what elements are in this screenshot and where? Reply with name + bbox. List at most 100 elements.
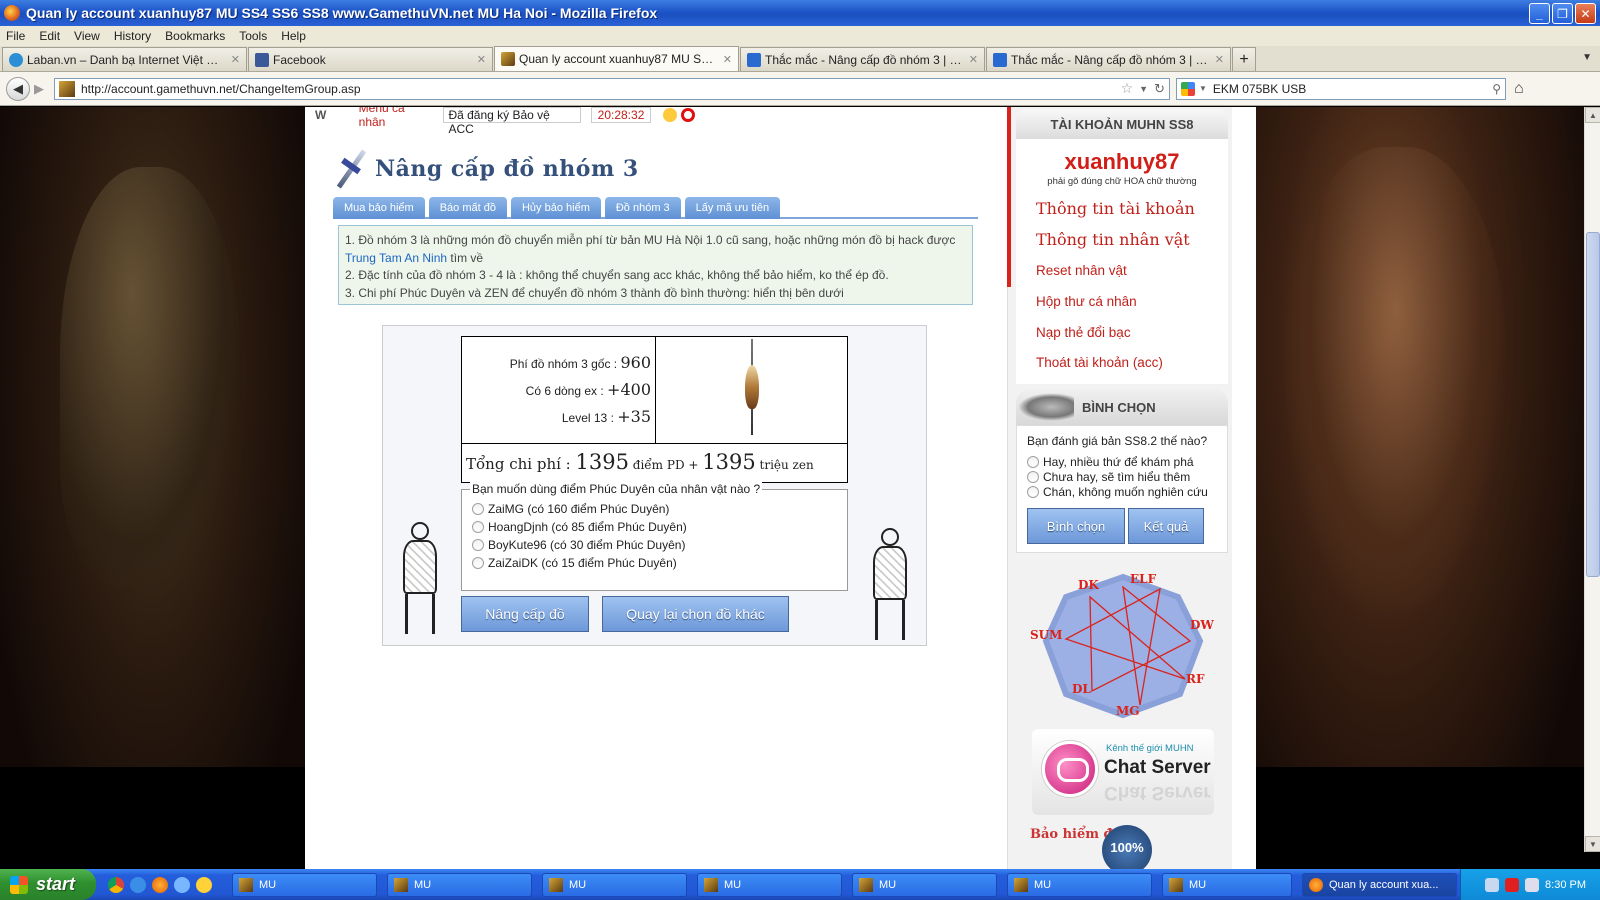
sidebar-link-character-info[interactable]: Thông tin nhân vật (1036, 230, 1190, 249)
character-option[interactable]: BoyKute96 (có 30 điểm Phúc Duyên) (472, 536, 837, 554)
sidebar-link-topup[interactable]: Nạp thẻ đổi bạc (1036, 325, 1131, 340)
menu-view[interactable]: View (74, 29, 100, 43)
url-bar[interactable]: http://account.gamethuvn.net/ChangeItemG… (54, 77, 1170, 100)
radio-button[interactable] (1027, 470, 1039, 483)
url-history-dropdown-icon[interactable]: ▼ (1139, 84, 1148, 94)
refresh-icon[interactable] (174, 876, 190, 893)
vote-option[interactable]: Chán, không muốn nghiên cứu (1027, 484, 1227, 499)
menu-help[interactable]: Help (281, 29, 306, 43)
tab-close-icon[interactable]: ✕ (231, 53, 240, 66)
tab-cancel-insurance[interactable]: Hủy bảo hiểm (510, 197, 601, 219)
tab-account[interactable]: Quan ly account xuanhuy87 MU SS4 SS6 ...… (494, 46, 739, 71)
tab-group3-items[interactable]: Đồ nhóm 3 (604, 197, 681, 219)
character-legend: Bạn muốn dùng điểm Phúc Duyên của nhân v… (470, 482, 763, 496)
warrior-illustration-left (387, 518, 457, 638)
taskbar-item-mu[interactable]: MU (232, 872, 377, 897)
menu-bookmarks[interactable]: Bookmarks (165, 29, 225, 43)
radio-button[interactable] (472, 503, 484, 515)
start-button[interactable]: start (0, 869, 96, 900)
tab-priority-code[interactable]: Lấy mã ưu tiên (684, 197, 781, 219)
google-icon[interactable] (1181, 81, 1195, 96)
search-bar[interactable]: ▼ EKM 075BK USB ⚲ (1176, 77, 1506, 100)
scroll-thumb[interactable] (1586, 232, 1600, 577)
tab-buy-insurance[interactable]: Mua bảo hiểm (333, 197, 425, 219)
sidebar-link-reset[interactable]: Reset nhân vật (1036, 263, 1127, 278)
taskbar-item-mu[interactable]: MU (387, 872, 532, 897)
menu-history[interactable]: History (114, 29, 151, 43)
home-icon[interactable]: ⌂ (1514, 80, 1524, 98)
tab-laban[interactable]: Laban.vn – Danh bạ Internet Việt Nam ✕ (2, 47, 247, 71)
tab-close-icon[interactable]: ✕ (477, 53, 486, 66)
url-text[interactable]: http://account.gamethuvn.net/ChangeItemG… (81, 82, 1121, 96)
character-option[interactable]: HoangDjnh (có 85 điểm Phúc Duyên) (472, 518, 837, 536)
taskbar-item-mu[interactable]: MU (697, 872, 842, 897)
chat-server-banner[interactable]: Kênh thế giới MUHN Chat Server Chat Serv… (1032, 729, 1214, 815)
network-tray-icon[interactable] (1485, 877, 1500, 892)
tab-close-icon[interactable]: ✕ (723, 53, 732, 66)
task-label: MU (724, 878, 742, 891)
radio-button[interactable] (472, 557, 484, 569)
sidebar-link-logout[interactable]: Thoát tài khoản (acc) (1036, 355, 1163, 370)
maximize-button[interactable]: ❐ (1552, 3, 1573, 24)
back-choose-item-button[interactable]: Quay lại chọn đồ khác (602, 596, 789, 632)
character-label: ZaiZaiDK (có 15 điểm Phúc Duyên) (488, 556, 677, 570)
firefox-icon (1309, 877, 1323, 892)
tab-facebook[interactable]: Facebook ✕ (248, 47, 493, 71)
tab-list-icon[interactable]: ▼ (1582, 52, 1592, 63)
search-engine-dropdown-icon[interactable]: ▼ (1199, 84, 1207, 93)
vote-button[interactable]: Bình chọn (1027, 508, 1125, 544)
forward-button[interactable]: ▶ (30, 80, 48, 98)
upgrade-item-button[interactable]: Nâng cấp đồ (461, 596, 589, 632)
chrome-icon[interactable] (108, 876, 124, 893)
smiley-icon[interactable] (663, 108, 678, 122)
target-icon[interactable] (681, 108, 695, 122)
vote-option[interactable]: Hay, nhiều thứ để khám phá (1027, 454, 1227, 469)
tab-report-lost[interactable]: Báo mất đồ (428, 197, 507, 219)
minimize-button[interactable]: _ (1529, 3, 1550, 24)
reload-icon[interactable]: ↻ (1154, 81, 1165, 97)
page-scrollbar[interactable]: ▲ ▼ (1584, 107, 1600, 852)
character-option[interactable]: ZaiZaiDK (có 15 điểm Phúc Duyên) (472, 554, 837, 572)
tab-gamethu-2[interactable]: Thắc mắc - Nâng cấp đồ nhóm 3 | Game t..… (986, 47, 1231, 71)
tab-close-icon[interactable]: ✕ (969, 53, 978, 66)
character-option[interactable]: ZaiMG (có 160 điểm Phúc Duyên) (472, 500, 837, 518)
antivirus-tray-icon[interactable] (1505, 877, 1520, 892)
background-bottom-left (0, 767, 305, 869)
messenger-icon[interactable] (196, 876, 212, 893)
ie-icon[interactable] (130, 876, 146, 893)
volume-tray-icon[interactable] (1525, 877, 1540, 892)
security-center-link[interactable]: Trung Tam An Ninh (345, 251, 447, 265)
scroll-down-icon[interactable]: ▼ (1585, 836, 1600, 852)
radio-button[interactable] (472, 521, 484, 533)
new-tab-button[interactable]: + (1232, 47, 1256, 71)
sidebar-link-account-info[interactable]: Thông tin tài khoản (1036, 199, 1195, 218)
personal-menu-link[interactable]: Menu cá nhân (359, 107, 434, 129)
taskbar-item-mu[interactable]: MU (1162, 872, 1292, 897)
taskbar-item-mu[interactable]: MU (852, 872, 997, 897)
facebook-icon (255, 52, 269, 67)
window-title: Quan ly account xuanhuy87 MU SS4 SS6 SS8… (26, 5, 658, 21)
scroll-up-icon[interactable]: ▲ (1585, 107, 1600, 123)
menu-tools[interactable]: Tools (239, 29, 267, 43)
menu-file[interactable]: File (6, 29, 25, 43)
vote-result-button[interactable]: Kết quả (1128, 508, 1204, 544)
radio-button[interactable] (472, 539, 484, 551)
tab-close-icon[interactable]: ✕ (1215, 53, 1224, 66)
taskbar-item-mu[interactable]: MU (1007, 872, 1152, 897)
case-hint: phải gõ đúng chữ HOA chữ thường (1047, 176, 1197, 187)
tab-gamethu-1[interactable]: Thắc mắc - Nâng cấp đồ nhóm 3 | Game t..… (740, 47, 985, 71)
radio-button[interactable] (1027, 485, 1039, 498)
radio-button[interactable] (1027, 455, 1039, 468)
back-button[interactable]: ◀ (6, 76, 30, 101)
vote-option[interactable]: Chưa hay, sẽ tìm hiểu thêm (1027, 469, 1227, 484)
firefox-icon[interactable] (152, 876, 168, 893)
taskbar-item-firefox[interactable]: Quan ly account xua... (1302, 872, 1457, 897)
taskbar-item-mu[interactable]: MU (542, 872, 687, 897)
menu-edit[interactable]: Edit (39, 29, 60, 43)
search-magnifier-icon[interactable]: ⚲ (1492, 82, 1501, 96)
bookmark-star-icon[interactable]: ☆ (1121, 80, 1134, 97)
sidebar-link-mailbox[interactable]: Hộp thư cá nhân (1036, 294, 1137, 309)
close-window-button[interactable]: ✕ (1575, 3, 1596, 24)
class-wheel-image[interactable]: DK ELF DW RF MG DL SUM (1030, 569, 1216, 721)
search-input[interactable]: EKM 075BK USB (1213, 82, 1492, 96)
